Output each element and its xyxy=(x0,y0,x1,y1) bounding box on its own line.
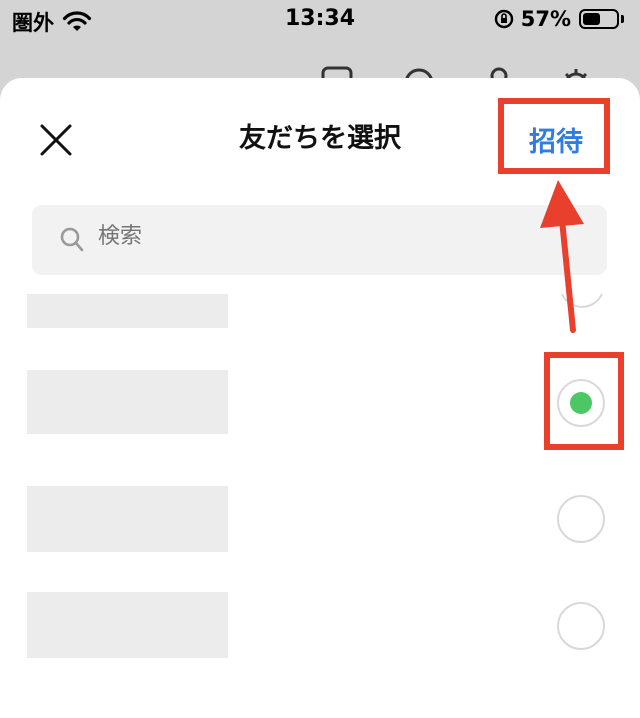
annotation-arrow xyxy=(540,180,584,333)
